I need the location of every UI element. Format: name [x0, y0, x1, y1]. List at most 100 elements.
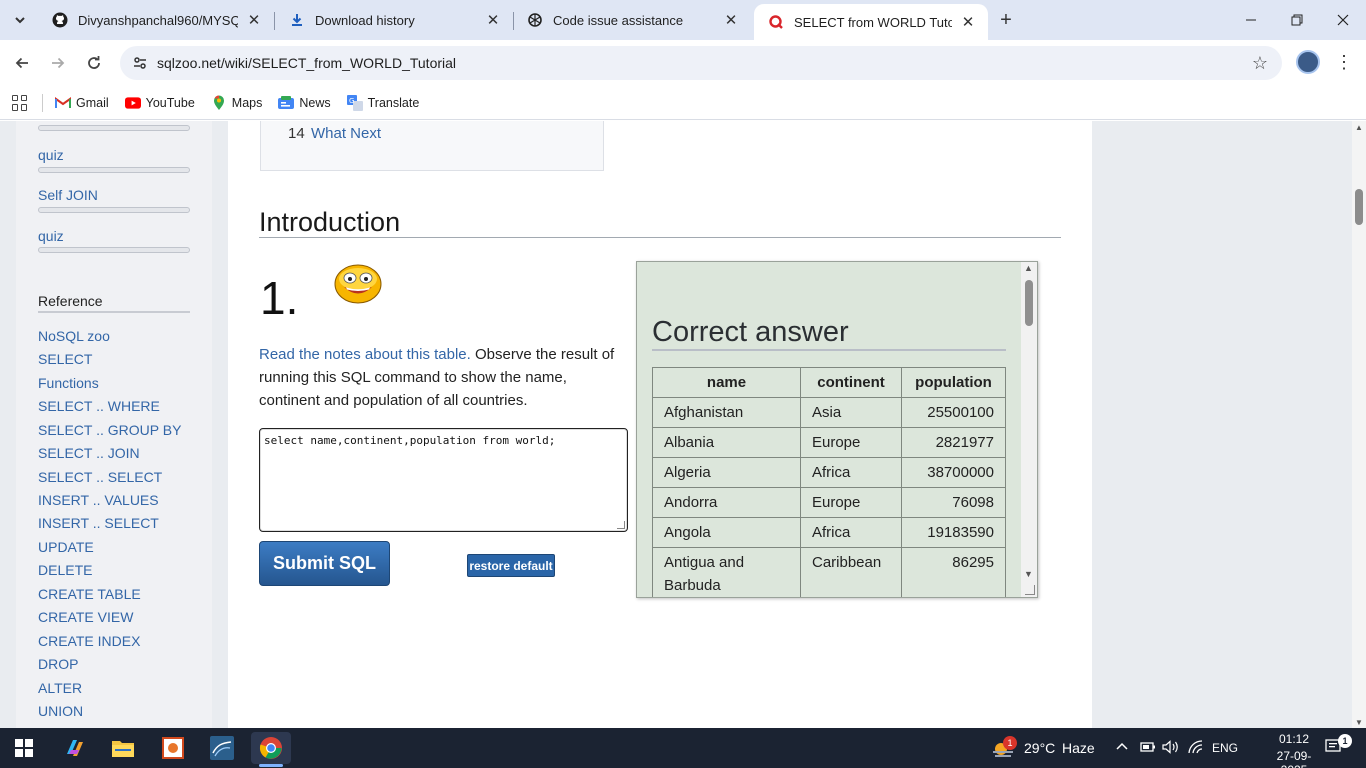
- panel-scrollbar[interactable]: ▲ ▼: [1021, 262, 1037, 597]
- mysql-workbench-icon: [210, 736, 234, 760]
- sidebar-item-quiz[interactable]: quiz: [38, 147, 64, 163]
- ref-link-select[interactable]: SELECT: [38, 351, 92, 367]
- ref-link-select-where[interactable]: SELECT .. WHERE: [38, 398, 160, 414]
- minimize-button[interactable]: [1228, 0, 1274, 40]
- page-scrollbar[interactable]: ▲ ▼: [1352, 121, 1366, 728]
- app-icon: [162, 737, 184, 759]
- clock-time[interactable]: 01:12: [1264, 732, 1324, 746]
- cell-name: Algeria: [652, 457, 801, 488]
- sql-editor[interactable]: select name,continent,population from wo…: [259, 428, 628, 532]
- table-row: Angola Africa 19183590: [652, 517, 1006, 548]
- sql-text: select name,continent,population from wo…: [264, 434, 556, 447]
- bookmark-label: Translate: [367, 95, 420, 110]
- scroll-down-icon[interactable]: ▼: [1355, 718, 1363, 727]
- site-info-icon[interactable]: [128, 51, 152, 75]
- ref-link-select-join[interactable]: SELECT .. JOIN: [38, 445, 140, 461]
- close-tab-icon[interactable]: ✕: [960, 14, 976, 31]
- taskbar-chrome[interactable]: [251, 732, 291, 767]
- cell-continent: Europe: [800, 427, 902, 458]
- tab-code-issue[interactable]: Code issue assistance ✕: [513, 4, 751, 36]
- volume-icon[interactable]: [1162, 740, 1180, 757]
- ref-link-drop[interactable]: DROP: [38, 656, 78, 672]
- restore-default-button[interactable]: restore default: [467, 554, 555, 577]
- ref-link-create-table[interactable]: CREATE TABLE: [38, 586, 141, 602]
- battery-icon[interactable]: [1140, 740, 1156, 757]
- scroll-up-icon[interactable]: ▲: [1355, 123, 1363, 132]
- profile-avatar[interactable]: [1296, 50, 1320, 74]
- notes-link[interactable]: Read the notes about this table.: [259, 346, 471, 363]
- tab-search-button[interactable]: [8, 8, 32, 32]
- ref-link-delete[interactable]: DELETE: [38, 562, 92, 578]
- tab-sqlzoo[interactable]: SELECT from WORLD Tutorial - ✕: [754, 4, 988, 40]
- address-bar[interactable]: sqlzoo.net/wiki/SELECT_from_WORLD_Tutori…: [120, 46, 1282, 80]
- cell-population: 76098: [901, 487, 1006, 518]
- scroll-thumb[interactable]: [1355, 189, 1363, 225]
- taskbar-app[interactable]: [153, 732, 193, 764]
- bookmark-maps[interactable]: Maps: [211, 95, 263, 111]
- progress-bar: [38, 125, 190, 131]
- weather-temperature: 29°C: [1024, 740, 1056, 756]
- bookmark-youtube[interactable]: YouTube: [124, 95, 195, 111]
- ref-link-insert-select[interactable]: INSERT .. SELECT: [38, 515, 159, 531]
- scroll-up-icon[interactable]: ▲: [1024, 263, 1033, 273]
- resize-grip-icon[interactable]: [617, 521, 625, 529]
- reload-button[interactable]: [80, 49, 108, 77]
- ref-link-update[interactable]: UPDATE: [38, 539, 94, 555]
- submit-sql-button[interactable]: Submit SQL: [259, 541, 390, 586]
- apps-grid-icon[interactable]: [12, 94, 28, 111]
- tab-title: SELECT from WORLD Tutorial -: [794, 14, 952, 30]
- sidebar-item-quiz-2[interactable]: quiz: [38, 228, 64, 244]
- ref-link-create-view[interactable]: CREATE VIEW: [38, 609, 133, 625]
- ref-link-union[interactable]: UNION: [38, 703, 83, 719]
- tab-github[interactable]: Divyanshpanchal960/MYSQL: S ✕: [38, 4, 274, 36]
- notification-badge: 1: [1338, 734, 1352, 748]
- ref-link-nosql-zoo[interactable]: NoSQL zoo: [38, 328, 110, 344]
- cell-population: 38700000: [901, 457, 1006, 488]
- close-tab-icon[interactable]: ✕: [246, 12, 262, 29]
- bookmark-gmail[interactable]: Gmail: [55, 95, 109, 111]
- scroll-thumb[interactable]: [1025, 280, 1033, 326]
- ref-link-alter[interactable]: ALTER: [38, 680, 82, 696]
- close-tab-icon[interactable]: ✕: [723, 12, 739, 29]
- maps-icon: [211, 95, 227, 111]
- left-sidebar: quiz Self JOIN quiz Reference NoSQL zoo …: [16, 121, 212, 728]
- restore-button[interactable]: [1274, 0, 1320, 40]
- taskbar-file-explorer[interactable]: [103, 732, 143, 764]
- bookmark-label: Maps: [231, 95, 263, 110]
- bookmark-label: YouTube: [145, 95, 195, 110]
- clock-date[interactable]: 27-09-2025: [1264, 749, 1324, 768]
- forward-button[interactable]: [44, 49, 72, 77]
- cell-continent: Europe: [800, 487, 902, 518]
- close-tab-icon[interactable]: ✕: [485, 12, 501, 29]
- correct-answer-panel[interactable]: Correct answer name continent population…: [636, 261, 1038, 598]
- ref-link-insert-values[interactable]: INSERT .. VALUES: [38, 492, 159, 508]
- taskbar-copilot[interactable]: [55, 732, 95, 764]
- taskbar-mysql-workbench[interactable]: [202, 732, 242, 764]
- weather-description: Haze: [1062, 740, 1095, 756]
- cell-population: 86295: [901, 547, 1006, 597]
- scroll-down-icon[interactable]: ▼: [1024, 569, 1033, 579]
- ref-link-functions[interactable]: Functions: [38, 375, 99, 391]
- bookmark-news[interactable]: News: [278, 95, 331, 111]
- resize-grip-icon[interactable]: [1025, 585, 1035, 595]
- gmail-icon: [55, 95, 71, 111]
- ref-link-select-group-by[interactable]: SELECT .. GROUP BY: [38, 422, 181, 438]
- language-indicator[interactable]: ENG: [1212, 741, 1238, 755]
- bookmark-star-icon[interactable]: ☆: [1252, 54, 1268, 72]
- new-tab-button[interactable]: +: [994, 8, 1018, 32]
- restore-icon: [1291, 14, 1303, 26]
- tab-strip: Divyanshpanchal960/MYSQL: S ✕ Download h…: [0, 0, 1366, 40]
- bookmark-translate[interactable]: G Translate: [346, 94, 420, 111]
- back-button[interactable]: [8, 49, 36, 77]
- toc-link-what-next[interactable]: What Next: [311, 125, 381, 142]
- wifi-icon[interactable]: [1188, 740, 1204, 757]
- browser-menu-icon[interactable]: ⋮: [1334, 50, 1354, 74]
- folder-icon: [112, 741, 134, 757]
- tab-download-history[interactable]: Download history ✕: [275, 4, 513, 36]
- ref-link-create-index[interactable]: CREATE INDEX: [38, 633, 140, 649]
- close-window-button[interactable]: [1320, 0, 1366, 40]
- sidebar-item-self-join[interactable]: Self JOIN: [38, 187, 98, 203]
- ref-link-select-select[interactable]: SELECT .. SELECT: [38, 469, 162, 485]
- start-button[interactable]: [4, 732, 44, 764]
- chevron-up-icon[interactable]: [1115, 740, 1129, 757]
